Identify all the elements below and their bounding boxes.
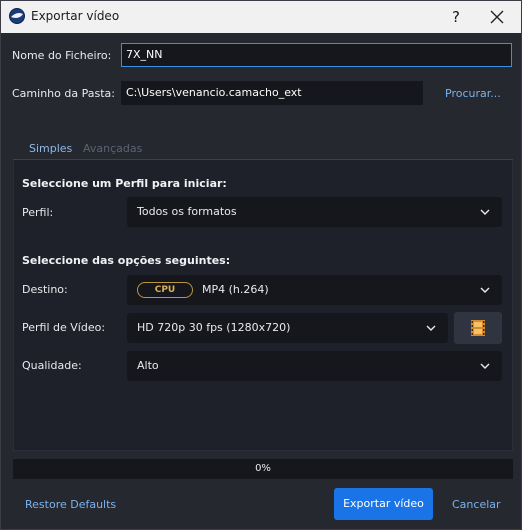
quality-select-value: Alto [137,359,159,372]
profile-section-title: Seleccione um Perfil para iniciar: [22,177,227,190]
browse-button[interactable]: Procurar... [445,87,501,100]
folder-path-label: Caminho da Pasta: [12,87,115,100]
tab-simple[interactable]: Simples [29,142,72,155]
file-name-input[interactable]: 7X_NN [121,43,512,67]
file-name-label: Nome do Ficheiro: [12,49,112,62]
video-profile-select-value: HD 720p 30 fps (1280x720) [137,321,291,334]
export-video-button[interactable]: Exportar vídeo [334,488,433,520]
quality-label: Qualidade: [22,359,82,372]
export-progress-bar: 0% [13,459,513,479]
chevron-down-icon [480,209,490,215]
title-bar: Exportar vídeo ? [1,1,521,33]
progress-text: 0% [255,463,271,474]
destination-label: Destino: [22,283,68,296]
help-button[interactable]: ? [444,5,468,29]
chevron-down-icon [480,287,490,293]
close-icon[interactable] [485,5,509,29]
video-profile-select[interactable]: HD 720p 30 fps (1280x720) [127,313,448,343]
destination-select[interactable]: CPU MP4 (h.264) [127,275,502,305]
quality-select[interactable]: Alto [127,351,502,381]
cancel-button[interactable]: Cancelar [452,498,501,511]
chevron-down-icon [480,363,490,369]
tab-divider [13,159,513,160]
tab-advanced[interactable]: Avançadas [83,142,142,155]
options-section-title: Seleccione das opções seguintes: [22,254,231,267]
profile-select[interactable]: Todos os formatos [127,197,502,227]
profile-select-value: Todos os formatos [137,205,237,218]
cpu-badge: CPU [137,282,193,298]
destination-select-value: MP4 (h.264) [202,283,269,296]
video-profile-label: Perfil de Vídeo: [22,321,106,334]
window-title: Exportar vídeo [31,9,120,23]
export-video-dialog: Exportar vídeo ? Nome do Ficheiro: 7X_NN… [0,0,522,530]
folder-path-input[interactable]: C:\Users\venancio.camacho_ext [121,81,423,105]
chevron-down-icon [426,325,436,331]
film-icon [471,320,485,336]
edit-video-profile-button[interactable] [454,312,502,344]
app-logo-icon [9,8,25,24]
profile-label: Perfil: [22,206,54,219]
restore-defaults-button[interactable]: Restore Defaults [25,498,116,511]
